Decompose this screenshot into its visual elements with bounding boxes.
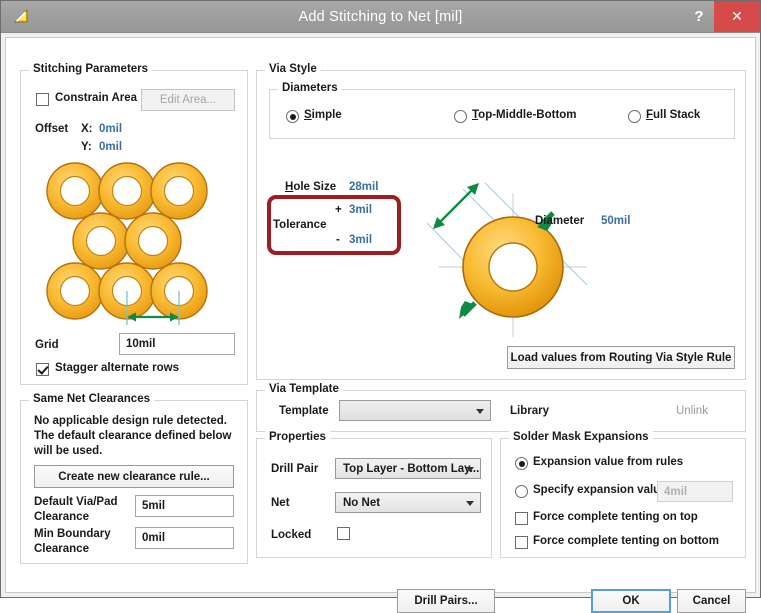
- default-clearance-label-line2: Clearance: [34, 511, 89, 523]
- hole-size-text: ole Size: [293, 181, 336, 193]
- constrain-area-label: Constrain Area: [55, 92, 137, 104]
- accel-f: F: [646, 109, 653, 121]
- offset-label: Offset: [35, 123, 68, 135]
- properties-group: Properties Drill Pair Top Layer - Bottom…: [256, 438, 492, 558]
- same-net-clearances-label: Same Net Clearances: [29, 393, 154, 405]
- min-boundary-label-line1: Min Boundary: [34, 528, 111, 540]
- ok-button[interactable]: OK: [591, 589, 671, 613]
- tolerance-minus-sign: -: [336, 234, 340, 246]
- via-template-label: Via Template: [265, 383, 343, 395]
- clearance-message-line3: will be used.: [34, 445, 102, 457]
- diameter-label: Diameter: [535, 215, 584, 227]
- radio-full-stack[interactable]: [628, 110, 641, 123]
- add-stitching-dialog: Add Stitching to Net [mil] ? ✕ Stitching…: [0, 0, 761, 598]
- constrain-area-checkbox[interactable]: [36, 93, 49, 106]
- clearance-message-line1: No applicable design rule detected.: [34, 415, 227, 427]
- template-select[interactable]: [339, 400, 491, 421]
- stagger-rows-label: Stagger alternate rows: [55, 362, 179, 374]
- dialog-body: Stitching Parameters Constrain Area Edit…: [6, 38, 755, 592]
- dialog-frame: Stitching Parameters Constrain Area Edit…: [5, 37, 756, 593]
- via-diagram-graphic: [419, 165, 609, 340]
- stitching-preview-graphic: [35, 159, 245, 327]
- diameters-group: Diameters Simple Top-Middle-Bottom Full …: [269, 89, 735, 139]
- radio-full-stack-label: Full Stack: [646, 109, 700, 121]
- grid-label: Grid: [35, 339, 59, 351]
- chevron-down-icon: [466, 501, 474, 506]
- clearance-message-line2: The default clearance defined below: [34, 430, 231, 442]
- window-title: Add Stitching to Net [mil]: [1, 9, 760, 25]
- grid-input[interactable]: 10mil: [119, 333, 235, 355]
- radio-specify-expansion[interactable]: [515, 485, 528, 498]
- offset-x-value[interactable]: 0mil: [99, 123, 122, 135]
- chevron-down-icon: [476, 409, 484, 414]
- load-values-button[interactable]: Load values from Routing Via Style Rule: [507, 346, 735, 369]
- unlink-link[interactable]: Unlink: [676, 405, 708, 417]
- default-clearance-input[interactable]: 5mil: [135, 495, 234, 517]
- net-value: No Net: [343, 497, 380, 509]
- tenting-top-label: Force complete tenting on top: [533, 511, 698, 523]
- radio-simple-text: imple: [312, 109, 342, 121]
- specify-expansion-label: Specify expansion value: [533, 484, 667, 496]
- offset-y-label: Y:: [81, 141, 92, 153]
- properties-label: Properties: [265, 431, 330, 443]
- tenting-bottom-label: Force complete tenting on bottom: [533, 535, 719, 547]
- net-label: Net: [271, 497, 290, 509]
- altium-ruler-icon: [9, 6, 33, 28]
- via-style-group: Via Style Diameters Simple Top-Middle-Bo…: [256, 70, 746, 380]
- drill-pairs-button[interactable]: Drill Pairs...: [397, 589, 495, 613]
- drill-pair-value: Top Layer - Bottom Lay...: [343, 463, 479, 475]
- offset-x-label: X:: [81, 123, 93, 135]
- cancel-button[interactable]: Cancel: [677, 589, 746, 613]
- hole-size-label: Hole Size: [285, 181, 336, 193]
- drill-pair-label: Drill Pair: [271, 463, 318, 475]
- radio-simple[interactable]: [286, 110, 299, 123]
- diameters-label: Diameters: [278, 82, 342, 94]
- radio-top-middle-bottom-label: Top-Middle-Bottom: [472, 109, 577, 121]
- radio-tmb-text: op-Middle-Bottom: [478, 109, 576, 121]
- default-clearance-label-line1: Default Via/Pad: [34, 496, 118, 508]
- close-button[interactable]: ✕: [714, 1, 760, 32]
- tenting-top-checkbox[interactable]: [515, 512, 528, 525]
- library-label: Library: [510, 405, 549, 417]
- create-clearance-rule-button[interactable]: Create new clearance rule...: [34, 465, 234, 488]
- tolerance-plus-value[interactable]: 3mil: [349, 204, 372, 216]
- solder-mask-expansions-group: Solder Mask Expansions Expansion value f…: [500, 438, 746, 558]
- help-button[interactable]: ?: [684, 1, 714, 32]
- stagger-rows-checkbox[interactable]: [36, 363, 49, 376]
- net-select[interactable]: No Net: [335, 492, 481, 513]
- locked-checkbox[interactable]: [337, 527, 350, 540]
- template-label: Template: [279, 405, 329, 417]
- tolerance-minus-value[interactable]: 3mil: [349, 234, 372, 246]
- locked-label: Locked: [271, 529, 311, 541]
- tenting-bottom-checkbox[interactable]: [515, 536, 528, 549]
- tolerance-label: Tolerance: [273, 219, 326, 231]
- stitching-parameters-label: Stitching Parameters: [29, 63, 152, 75]
- same-net-clearances-group: Same Net Clearances No applicable design…: [20, 400, 248, 564]
- via-style-label: Via Style: [265, 63, 321, 75]
- tolerance-plus-sign: +: [335, 204, 342, 216]
- title-bar: Add Stitching to Net [mil] ? ✕: [1, 1, 760, 33]
- radio-expansion-from-rules[interactable]: [515, 457, 528, 470]
- specify-expansion-input[interactable]: 4mil: [657, 481, 733, 502]
- edit-area-button[interactable]: Edit Area...: [141, 89, 235, 111]
- stitching-parameters-group: Stitching Parameters Constrain Area Edit…: [20, 70, 248, 385]
- drill-pair-select[interactable]: Top Layer - Bottom Lay...: [335, 458, 481, 479]
- radio-top-middle-bottom[interactable]: [454, 110, 467, 123]
- solder-mask-label: Solder Mask Expansions: [509, 431, 653, 443]
- min-boundary-label-line2: Clearance: [34, 543, 89, 555]
- diameter-value[interactable]: 50mil: [601, 215, 630, 227]
- chevron-down-icon: [466, 467, 474, 472]
- radio-simple-label: Simple: [304, 109, 342, 121]
- offset-y-value[interactable]: 0mil: [99, 141, 122, 153]
- min-boundary-input[interactable]: 0mil: [135, 527, 234, 549]
- accel-s: S: [304, 109, 312, 121]
- radio-full-stack-text: ull Stack: [653, 109, 700, 121]
- expansion-from-rules-label: Expansion value from rules: [533, 456, 683, 468]
- hole-size-value[interactable]: 28mil: [349, 181, 378, 193]
- via-template-group: Via Template Template Library Unlink: [256, 390, 746, 432]
